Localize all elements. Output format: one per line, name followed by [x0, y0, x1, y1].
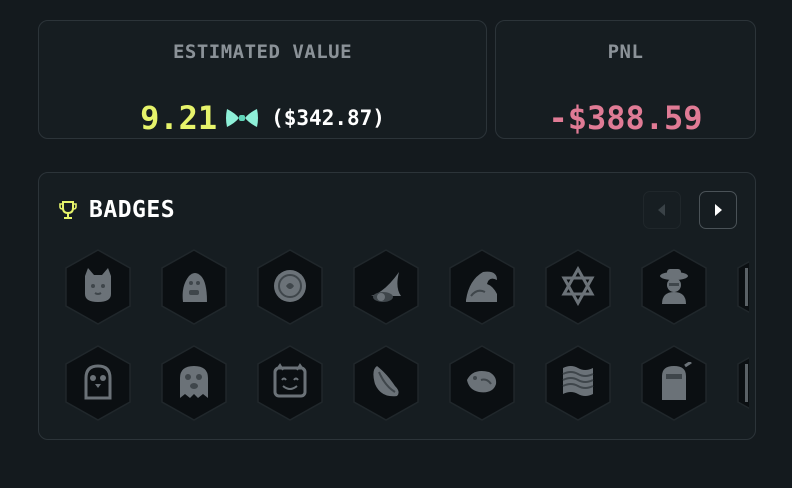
block-smile-badge[interactable] [255, 344, 325, 422]
rainbow-flag-icon [562, 366, 594, 396]
block-smile-icon [273, 363, 307, 398]
detective-badge[interactable] [639, 248, 709, 326]
bowtie-token-icon [226, 109, 259, 127]
fish-badge[interactable] [447, 344, 517, 422]
ghost-icon [180, 366, 208, 398]
star-of-david-badge[interactable] [543, 248, 613, 326]
estimated-value-label: ESTIMATED VALUE [172, 41, 353, 63]
badge-grid [63, 248, 749, 428]
pnl-label: PNL [607, 41, 644, 63]
next-badge-partial[interactable] [735, 248, 749, 326]
estimated-value-usd: ($342.87) [271, 106, 385, 130]
gorilla-icon [182, 273, 207, 302]
ninja-icon [662, 362, 692, 400]
fish-icon [467, 371, 497, 393]
wave-badge[interactable] [447, 248, 517, 326]
feather-badge[interactable] [351, 344, 421, 422]
gorilla-badge[interactable] [159, 248, 229, 326]
feather-icon [373, 366, 399, 397]
star-of-david-icon [561, 266, 595, 306]
badges-title: BADGES [89, 197, 176, 223]
trophy-icon [59, 201, 77, 219]
estimated-value-amount: 9.21 [140, 99, 218, 137]
estimated-value-card: ESTIMATED VALUE 9.21 ($342.87) [38, 20, 487, 139]
ghost-badge[interactable] [159, 344, 229, 422]
pnl-card: PNL -$388.59 [495, 20, 756, 139]
wizard-hat-badge[interactable] [351, 248, 421, 326]
next-badge-partial[interactable] [735, 344, 749, 422]
next-page-button[interactable] [699, 191, 737, 229]
wave-icon [466, 271, 497, 302]
pnl-value: -$388.59 [548, 99, 703, 137]
coin-badge[interactable] [255, 248, 325, 326]
coin-icon [274, 270, 306, 302]
badges-header: BADGES [57, 197, 175, 223]
wizard-hat-icon [371, 272, 401, 302]
ninja-badge[interactable] [639, 344, 709, 422]
badges-card: BADGES [38, 172, 756, 440]
chevron-left-icon [658, 204, 665, 216]
cat-face-badge[interactable] [63, 248, 133, 326]
penguin-icon [84, 364, 112, 400]
prev-page-button[interactable] [643, 191, 681, 229]
rainbow-flag-badge[interactable] [543, 344, 613, 422]
estimated-value-row: 9.21 ($342.87) [39, 99, 486, 137]
cat-face-icon [85, 268, 111, 302]
penguin-badge[interactable] [63, 344, 133, 422]
chevron-right-icon [715, 204, 722, 216]
detective-icon [660, 269, 688, 304]
